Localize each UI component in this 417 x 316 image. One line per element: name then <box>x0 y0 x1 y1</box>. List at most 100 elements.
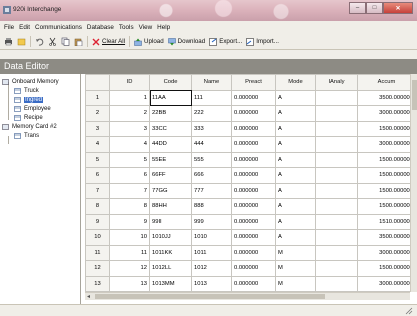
tree-node-onboard-memory[interactable]: Onboard Memory <box>0 77 80 86</box>
cell-code[interactable]: 1010JJ <box>149 229 192 246</box>
cell-id[interactable]: 6 <box>109 167 150 184</box>
cell-ianaly[interactable] <box>315 213 358 230</box>
column-header-rownum[interactable] <box>85 74 110 91</box>
cell-preact[interactable]: 0.000000 <box>231 105 276 122</box>
column-header-name[interactable]: Name <box>191 74 232 91</box>
cell-code[interactable]: 1013MM <box>149 275 192 292</box>
cell-accum[interactable]: 3000.000000 <box>357 275 410 292</box>
tree-node-employee[interactable]: Employee <box>0 104 80 113</box>
table-row[interactable]: 2 2 22BB 222 0.000000 A 3000.000000 <box>85 105 410 122</box>
tree-node-truck[interactable]: Truck <box>0 86 80 95</box>
column-header-ianaly[interactable]: IAnaly <box>315 74 358 91</box>
import-button[interactable]: Import... <box>246 37 279 46</box>
cell-name[interactable]: 444 <box>191 136 232 153</box>
cell-preact[interactable]: 0.000000 <box>231 229 276 246</box>
scroll-left-icon[interactable]: ◂ <box>87 293 90 300</box>
table-row[interactable]: 12 12 1012LL 1012 0.000000 M 1500.000000 <box>85 260 410 277</box>
table-row[interactable]: 7 7 77GG 777 0.000000 A 1500.000000 <box>85 182 410 199</box>
column-header-id[interactable]: ID <box>109 74 150 91</box>
cell-id[interactable]: 9 <box>109 213 150 230</box>
cell-preact[interactable]: 0.000000 <box>231 275 276 292</box>
table-row[interactable]: 4 4 44DD 444 0.000000 A 3000.000000 <box>85 136 410 153</box>
cell-accum[interactable]: 1500.000000 <box>357 198 410 215</box>
cell-name[interactable]: 111 <box>191 89 232 106</box>
table-row[interactable]: 13 13 1013MM 1013 0.000000 M 3000.000000 <box>85 275 410 292</box>
cell-code[interactable]: 66FF <box>149 167 192 184</box>
column-header-accum[interactable]: Accum <box>357 74 410 91</box>
cell-mode[interactable]: M <box>275 260 316 277</box>
table-row[interactable]: 8 8 88HH 888 0.000000 A 1500.000000 <box>85 198 410 215</box>
cut-icon[interactable] <box>48 37 57 46</box>
cell-code[interactable]: 55EE <box>149 151 192 168</box>
tree-node-recipe[interactable]: Recipe <box>0 113 80 122</box>
menu-view[interactable]: View <box>139 24 153 31</box>
upload-button[interactable]: Upload <box>134 38 164 46</box>
cell-preact[interactable]: 0.000000 <box>231 167 276 184</box>
cell-ianaly[interactable] <box>315 198 358 215</box>
cell-preact[interactable]: 0.000000 <box>231 136 276 153</box>
cell-name[interactable]: 1013 <box>191 275 232 292</box>
menu-edit[interactable]: Edit <box>19 24 30 31</box>
cell-code[interactable]: 88HH <box>149 198 192 215</box>
table-row[interactable]: 10 10 1010JJ 1010 0.000000 A 3500.000000 <box>85 229 410 246</box>
cell-accum[interactable]: 3000.000000 <box>357 136 410 153</box>
horizontal-scrollbar[interactable]: ◂ <box>85 292 410 300</box>
cell-id[interactable]: 5 <box>109 151 150 168</box>
cell-ianaly[interactable] <box>315 260 358 277</box>
cell-accum[interactable]: 3500.000000 <box>357 229 410 246</box>
cell-id[interactable]: 4 <box>109 136 150 153</box>
cell-name[interactable]: 1011 <box>191 244 232 261</box>
cell-preact[interactable]: 0.000000 <box>231 198 276 215</box>
table-row[interactable]: 11 11 1011KK 1011 0.000000 M 3000.000000 <box>85 244 410 261</box>
maximize-button[interactable]: □ <box>366 2 383 14</box>
cell-accum[interactable]: 3500.000000 <box>357 89 410 106</box>
undo-icon[interactable] <box>35 37 44 46</box>
column-header-code[interactable]: Code <box>149 74 192 91</box>
cell-mode[interactable]: M <box>275 275 316 292</box>
table-row[interactable]: 9 9 99II 999 0.000000 A 1510.000000 <box>85 213 410 230</box>
cell-id[interactable]: 2 <box>109 105 150 122</box>
cell-mode[interactable]: A <box>275 167 316 184</box>
cell-code[interactable]: 1012LL <box>149 260 192 277</box>
cell-code[interactable]: 11AA <box>149 89 192 106</box>
resize-grip-icon[interactable] <box>405 307 413 315</box>
cell-preact[interactable]: 0.000000 <box>231 120 276 137</box>
tree-node-trans[interactable]: Trans <box>0 131 80 140</box>
cell-ianaly[interactable] <box>315 136 358 153</box>
cell-id[interactable]: 8 <box>109 198 150 215</box>
cell-name[interactable]: 222 <box>191 105 232 122</box>
cell-name[interactable]: 1012 <box>191 260 232 277</box>
clear-all-button[interactable]: Clear All <box>92 38 125 46</box>
column-header-preact[interactable]: Preact <box>231 74 276 91</box>
cell-name[interactable]: 1010 <box>191 229 232 246</box>
cell-accum[interactable]: 1500.000000 <box>357 167 410 184</box>
cell-mode[interactable]: M <box>275 244 316 261</box>
cell-accum[interactable]: 3000.000000 <box>357 244 410 261</box>
cell-code[interactable]: 1011KK <box>149 244 192 261</box>
column-header-mode[interactable]: Mode <box>275 74 316 91</box>
print-icon[interactable] <box>4 37 13 46</box>
cell-mode[interactable]: A <box>275 120 316 137</box>
cell-mode[interactable]: A <box>275 151 316 168</box>
cell-ianaly[interactable] <box>315 275 358 292</box>
cell-ianaly[interactable] <box>315 151 358 168</box>
cell-ianaly[interactable] <box>315 89 358 106</box>
table-row[interactable]: 6 6 66FF 666 0.000000 A 1500.000000 <box>85 167 410 184</box>
cell-mode[interactable]: A <box>275 198 316 215</box>
cell-id[interactable]: 1 <box>109 89 150 106</box>
cell-id[interactable]: 3 <box>109 120 150 137</box>
cell-preact[interactable]: 0.000000 <box>231 244 276 261</box>
export-button[interactable]: Export... <box>209 37 242 46</box>
cell-id[interactable]: 10 <box>109 229 150 246</box>
menu-help[interactable]: Help <box>157 24 170 31</box>
cell-id[interactable]: 7 <box>109 182 150 199</box>
cell-id[interactable]: 13 <box>109 275 150 292</box>
cell-code[interactable]: 33CC <box>149 120 192 137</box>
cell-ianaly[interactable] <box>315 244 358 261</box>
download-button[interactable]: Download <box>167 37 205 46</box>
cell-name[interactable]: 999 <box>191 213 232 230</box>
cell-preact[interactable]: 0.000000 <box>231 182 276 199</box>
menu-tools[interactable]: Tools <box>119 24 134 31</box>
paste-icon[interactable] <box>74 37 83 46</box>
scrollbar-thumb[interactable] <box>412 80 417 110</box>
